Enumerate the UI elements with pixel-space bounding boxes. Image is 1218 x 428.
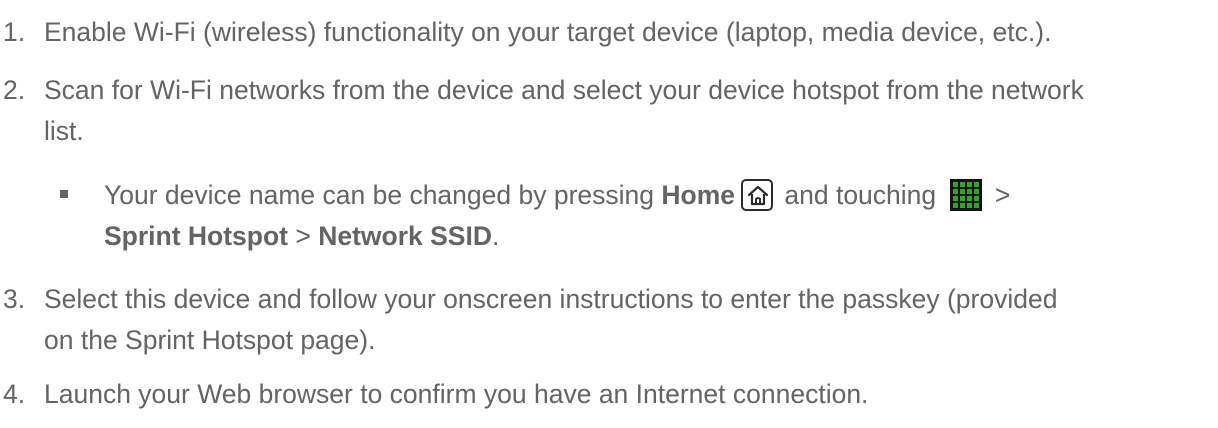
step-text-line-1: Select this device and follow your onscr… bbox=[44, 284, 1058, 314]
step-text-line-1: Scan for Wi-Fi networks from the device … bbox=[44, 75, 1084, 105]
step-2-note: Your device name can be changed by press… bbox=[0, 175, 1210, 257]
note-text: Your device name can be changed by press… bbox=[104, 175, 1210, 257]
home-icon bbox=[741, 179, 774, 211]
step-text-line-2: list. bbox=[44, 116, 84, 146]
step-text: Launch your Web browser to confirm you h… bbox=[44, 379, 869, 409]
step-text: Scan for Wi-Fi networks from the device … bbox=[44, 70, 1210, 152]
note-end: . bbox=[491, 221, 500, 251]
step-4: 4. Launch your Web browser to confirm yo… bbox=[0, 374, 1210, 415]
home-label: Home bbox=[661, 180, 736, 210]
sprint-hotspot-label: Sprint Hotspot bbox=[104, 221, 288, 251]
note-mid: and touching bbox=[777, 180, 944, 210]
network-ssid-label: Network SSID bbox=[318, 221, 492, 251]
note-after-apps: > bbox=[987, 180, 1011, 210]
note-separator: > bbox=[288, 221, 319, 251]
step-number: 1. bbox=[3, 17, 26, 47]
step-number: 4. bbox=[3, 379, 26, 409]
bullet-icon bbox=[60, 190, 68, 198]
step-number: 3. bbox=[3, 284, 26, 314]
apps-grid-icon bbox=[949, 179, 982, 211]
step-1: 1. Enable Wi-Fi (wireless) functionality… bbox=[0, 12, 1210, 53]
step-text: Select this device and follow your onscr… bbox=[44, 279, 1210, 361]
step-text: Enable Wi-Fi (wireless) functionality on… bbox=[44, 17, 1052, 47]
step-3: 3. Select this device and follow your on… bbox=[0, 279, 1210, 361]
step-number: 2. bbox=[3, 75, 26, 105]
step-2: 2. Scan for Wi-Fi networks from the devi… bbox=[0, 70, 1210, 152]
note-pre-home: Your device name can be changed by press… bbox=[104, 180, 662, 210]
step-text-line-2: on the Sprint Hotspot page). bbox=[44, 325, 376, 355]
